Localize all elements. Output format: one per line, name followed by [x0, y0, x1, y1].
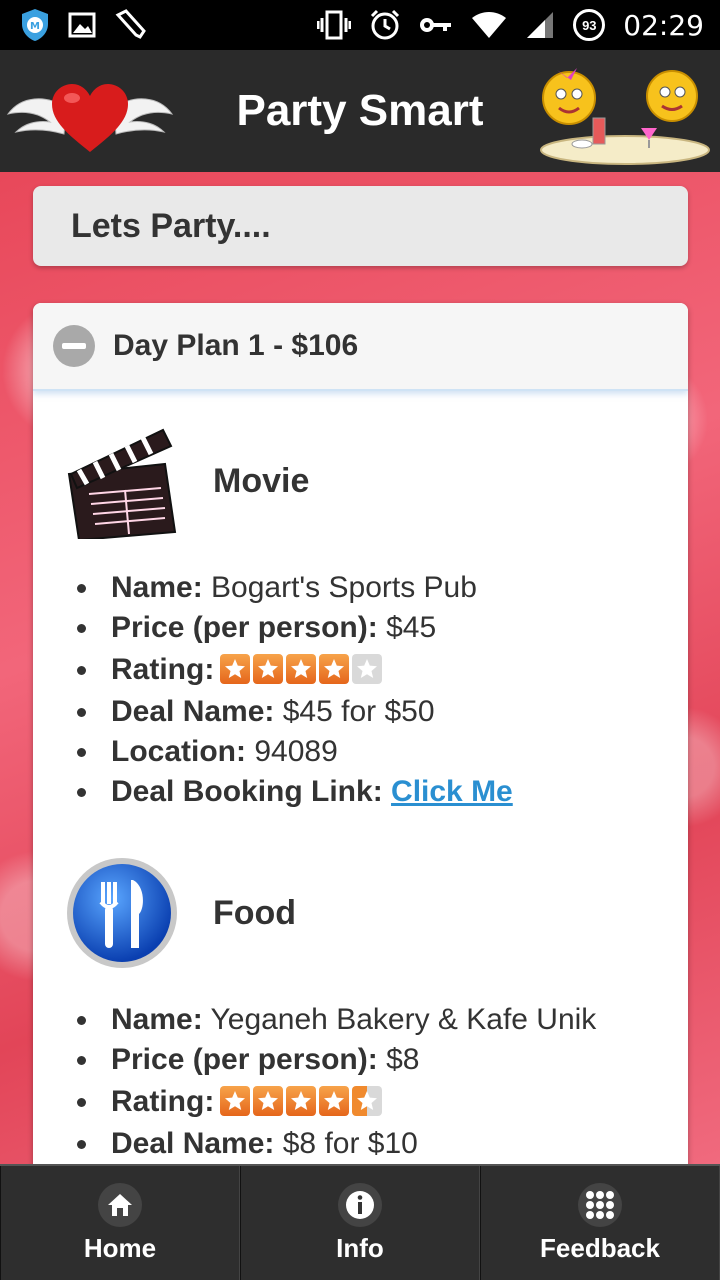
collapse-minus-icon[interactable] — [53, 325, 95, 367]
food-deal-row: Deal Name: $8 for $10 — [77, 1124, 688, 1164]
movie-location: 94089 — [254, 735, 338, 768]
wifi-icon — [472, 12, 507, 38]
svg-text:M: M — [30, 21, 40, 32]
day-plan-title: Day Plan 1 - $106 — [113, 329, 359, 362]
rating-star-icon — [220, 654, 251, 685]
movie-link-row: Deal Booking Link: Click Me — [77, 772, 688, 812]
clapperboard-icon — [67, 428, 177, 539]
movie-price-row: Price (per person): $45 — [77, 608, 688, 648]
movie-name-row: Name: Bogart's Sports Pub — [77, 568, 688, 608]
food-name-row: Name: Yeganeh Bakery & Kafe Unik — [77, 1000, 688, 1040]
rating-star-icon — [253, 654, 284, 685]
status-bar: M 93 02:29 — [0, 0, 720, 50]
food-rating-stars — [220, 1086, 383, 1117]
nav-home-label: Home — [83, 1232, 157, 1263]
app-header: Party Smart — [0, 50, 720, 172]
home-icon — [98, 1182, 142, 1227]
lets-party-label: Lets Party.... — [71, 206, 271, 245]
clock: 02:29 — [623, 8, 704, 42]
info-icon — [338, 1182, 382, 1227]
battery-level: 93 — [582, 17, 597, 33]
rating-star-icon — [352, 1086, 383, 1117]
deal-label: Deal Name: — [111, 695, 275, 728]
vibrate-icon — [317, 10, 352, 40]
rating-star-icon — [352, 654, 383, 685]
link-label: Deal Booking Link: — [111, 775, 383, 808]
nav-info-label: Info — [336, 1232, 384, 1263]
deal-booking-link[interactable]: Click Me — [391, 775, 513, 808]
price-label: Price (per person): — [111, 611, 378, 644]
rating-star-icon — [286, 654, 317, 685]
winged-heart-logo — [6, 84, 174, 152]
food-section-head: Food — [33, 848, 688, 978]
movie-rating-stars — [220, 654, 383, 685]
rating-star-icon — [319, 654, 350, 685]
nav-home[interactable]: Home — [0, 1166, 240, 1280]
food-rating-row: Rating: — [77, 1080, 688, 1124]
image-icon — [68, 12, 96, 38]
food-price-row: Price (per person): $8 — [77, 1040, 688, 1080]
rating-star-icon — [220, 1086, 251, 1117]
movie-details: Name: Bogart's Sports Pub Price (per per… — [33, 568, 688, 812]
movie-section: Movie Name: Bogart's Sports Pub Price (p… — [33, 416, 688, 812]
rating-star-icon — [286, 1086, 317, 1117]
name-label: Name: — [111, 571, 203, 604]
bottom-nav: Home Info Feedback — [0, 1164, 720, 1280]
movie-deal: $45 for $50 — [282, 695, 435, 728]
movie-name: Bogart's Sports Pub — [211, 571, 477, 604]
food-section-title: Food — [213, 893, 297, 932]
battery-icon: 93 — [573, 9, 606, 41]
movie-section-head: Movie — [33, 416, 688, 546]
grid-icon — [578, 1182, 622, 1227]
tool-icon — [115, 9, 146, 39]
name-label: Name: — [111, 1003, 203, 1036]
movie-deal-row: Deal Name: $45 for $50 — [77, 692, 688, 732]
signal-icon — [527, 12, 554, 38]
rating-label: Rating: — [111, 1085, 215, 1118]
nav-info[interactable]: Info — [240, 1166, 480, 1280]
rating-star-icon — [253, 1086, 284, 1117]
food-price: $8 — [386, 1043, 420, 1076]
lets-party-banner: Lets Party.... — [33, 186, 688, 266]
movie-location-row: Location: 94089 — [77, 732, 688, 772]
day-plan-header[interactable]: Day Plan 1 - $106 — [33, 303, 688, 391]
alarm-icon — [371, 9, 400, 40]
content-area[interactable]: Lets Party.... Day Plan 1 - $106 Movie N… — [0, 172, 720, 1164]
fork-knife-icon — [67, 857, 177, 968]
food-name: Yeganeh Bakery & Kafe Unik — [210, 1003, 597, 1036]
food-details: Name: Yeganeh Bakery & Kafe Unik Price (… — [33, 1000, 688, 1164]
shield-icon: M — [22, 9, 48, 41]
status-left-icons: M — [20, 8, 148, 42]
rating-label: Rating: — [111, 653, 215, 686]
app-title: Party Smart — [236, 86, 484, 135]
day-plan-card: Day Plan 1 - $106 Movie Name: Bogart's S… — [33, 303, 688, 1164]
food-deal: $8 for $10 — [282, 1127, 418, 1160]
price-label: Price (per person): — [111, 1043, 378, 1076]
key-icon — [420, 18, 452, 32]
nav-feedback[interactable]: Feedback — [480, 1166, 720, 1280]
rating-star-icon — [319, 1086, 350, 1117]
food-section: Food Name: Yeganeh Bakery & Kafe Unik Pr… — [33, 848, 688, 1164]
location-label: Location: — [111, 735, 246, 768]
smiley-party-logo — [540, 68, 710, 165]
movie-rating-row: Rating: — [77, 648, 688, 692]
movie-price: $45 — [386, 611, 437, 644]
status-right-icons: 93 02:29 — [317, 9, 704, 42]
deal-label: Deal Name: — [111, 1127, 275, 1160]
nav-feedback-label: Feedback — [540, 1232, 660, 1263]
movie-section-title: Movie — [213, 461, 310, 500]
